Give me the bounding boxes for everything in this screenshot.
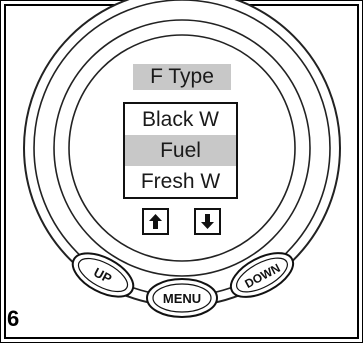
screen-title: F Type	[133, 64, 231, 90]
menu-item-fuel[interactable]: Fuel	[125, 135, 236, 166]
menu-item-black-w[interactable]: Black W	[125, 104, 236, 135]
arrow-up-icon	[149, 214, 162, 229]
screen-down-arrow[interactable]	[194, 208, 221, 235]
figure-number: 6	[7, 306, 20, 331]
menu-button[interactable]: MENU	[146, 278, 218, 318]
arrow-down-icon	[201, 214, 214, 229]
menu-button-label: MENU	[163, 291, 201, 306]
menu-list: Black W Fuel Fresh W	[123, 102, 238, 199]
screen-up-arrow[interactable]	[142, 208, 169, 235]
menu-item-fresh-w[interactable]: Fresh W	[125, 166, 236, 197]
